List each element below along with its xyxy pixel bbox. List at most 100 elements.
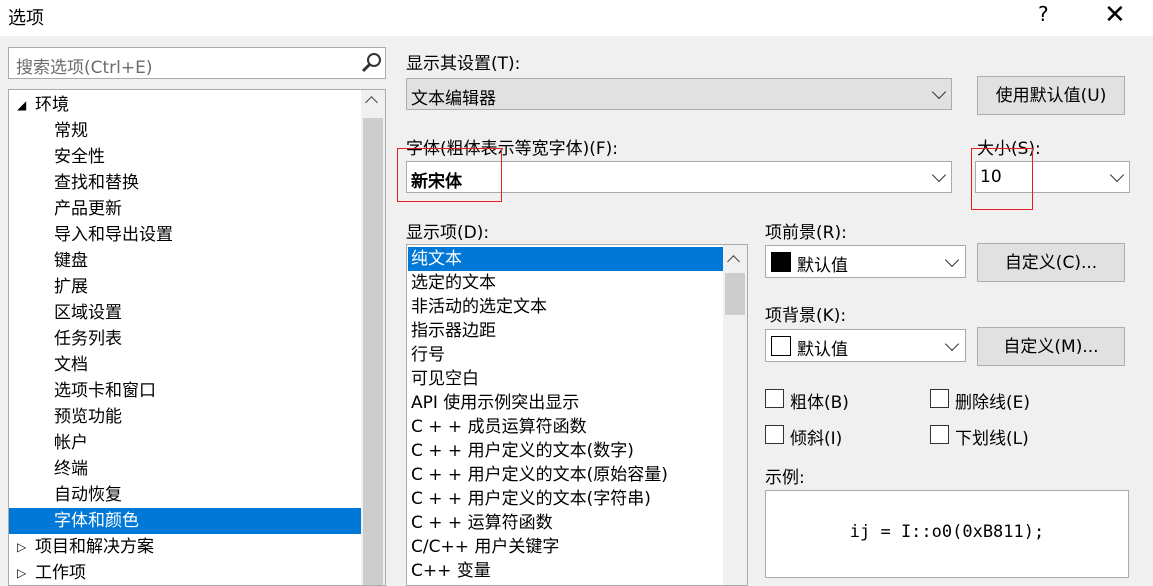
tree-item-label: 扩展	[54, 277, 88, 297]
custom-background-button[interactable]: 自定义(M)...	[977, 327, 1125, 366]
tree-item-label: 字体和颜色	[54, 511, 139, 531]
display-item[interactable]: 可见空白	[408, 367, 724, 391]
display-item[interactable]: C/C++ 用户关键字	[408, 535, 724, 559]
tree-item-label: 文档	[54, 355, 88, 375]
tree-item[interactable]: 帐户	[9, 430, 361, 456]
tree-item[interactable]: 产品更新	[9, 196, 361, 222]
foreground-dropdown[interactable]: 默认值	[765, 245, 966, 278]
tree-item[interactable]: 区域设置	[9, 300, 361, 326]
tree-item[interactable]: 选项卡和窗口	[9, 378, 361, 404]
strikethrough-label: 删除线(E)	[955, 393, 1031, 413]
tree-item-label: 终端	[54, 459, 88, 479]
tree-item-label: 安全性	[54, 147, 105, 167]
tree-item[interactable]: 导入和导出设置	[9, 222, 361, 248]
italic-label: 倾斜(I)	[790, 429, 843, 449]
custom-foreground-button[interactable]: 自定义(C)...	[977, 243, 1125, 282]
tree-item-label: 帐户	[54, 433, 88, 453]
chevron-down-icon	[931, 167, 947, 183]
underline-label: 下划线(L)	[955, 429, 1029, 449]
tree-item-label: 产品更新	[54, 199, 122, 219]
tree-scroll-thumb[interactable]	[363, 118, 383, 585]
chevron-down-icon	[1109, 167, 1125, 183]
show-settings-label: 显示其设置(T):	[406, 54, 521, 74]
bold-checkbox[interactable]	[765, 389, 784, 408]
display-item[interactable]: 选定的文本	[408, 271, 724, 295]
display-item[interactable]: 指示器边距	[408, 319, 724, 343]
display-item[interactable]: C++ 变量	[408, 559, 724, 583]
display-item[interactable]: C + + 用户定义的文本(数字)	[408, 439, 724, 463]
tree-item[interactable]: 预览功能	[9, 404, 361, 430]
tree-item[interactable]: 扩展	[9, 274, 361, 300]
display-item[interactable]: 行号	[408, 343, 724, 367]
tree-item[interactable]: ▷ 工作项	[9, 560, 361, 585]
strikethrough-checkbox[interactable]	[930, 389, 949, 408]
tree-item[interactable]: 键盘	[9, 248, 361, 274]
underline-checkbox[interactable]	[930, 425, 949, 444]
italic-checkbox[interactable]	[765, 425, 784, 444]
tree-item-label: 环境	[35, 95, 69, 115]
chevron-down-icon	[944, 336, 960, 352]
title-bar	[0, 0, 1153, 36]
background-dropdown[interactable]: 默认值	[765, 329, 966, 362]
background-label: 项背景(K):	[765, 306, 847, 326]
show-settings-value: 文本编辑器	[411, 89, 496, 109]
display-items-label: 显示项(D):	[406, 223, 490, 243]
tree-item-label: 查找和替换	[54, 173, 139, 193]
display-item[interactable]: 纯文本	[408, 247, 724, 271]
display-item[interactable]: C + + 成员运算符函数	[408, 415, 724, 439]
tree-item[interactable]: 字体和颜色	[9, 508, 361, 534]
search-placeholder: 搜索选项(Ctrl+E)	[16, 58, 153, 78]
expand-icon[interactable]: ▷	[17, 534, 26, 560]
chevron-down-icon	[944, 252, 960, 268]
background-value: 默认值	[797, 340, 848, 360]
foreground-value: 默认值	[797, 256, 848, 276]
size-highlight-box	[971, 148, 1033, 210]
tree-item[interactable]: ◢ 环境	[9, 92, 361, 118]
chevron-down-icon	[931, 84, 947, 100]
tree-scrollbar[interactable]	[361, 90, 385, 585]
display-item[interactable]: C + + 运算符函数	[408, 511, 724, 535]
display-item[interactable]: C + + 用户定义的文本(原始容量)	[408, 463, 724, 487]
tree-item[interactable]: 查找和替换	[9, 170, 361, 196]
tree-item-label: 常规	[54, 121, 88, 141]
display-item[interactable]: API 使用示例突出显示	[408, 391, 724, 415]
display-items-list[interactable]: 纯文本 选定的文本 非活动的选定文本 指示器边距 行号 可见空白 API 使用示例突出显示 C…	[406, 244, 748, 586]
tree-item[interactable]: 自动恢复	[9, 482, 361, 508]
window-title: 选项	[8, 8, 44, 29]
tree-item[interactable]: 安全性	[9, 144, 361, 170]
help-button[interactable]: ?	[1038, 2, 1049, 26]
search-icon[interactable]	[361, 51, 383, 73]
tree-item[interactable]: ▷ 项目和解决方案	[9, 534, 361, 560]
tree-item[interactable]: 文档	[9, 352, 361, 378]
scroll-up-icon[interactable]	[365, 96, 378, 109]
list-scroll-thumb[interactable]	[725, 273, 745, 315]
expand-icon[interactable]: ▷	[17, 560, 26, 585]
scroll-up-icon[interactable]	[727, 255, 740, 268]
show-settings-dropdown[interactable]: 文本编辑器	[406, 78, 952, 110]
use-defaults-button[interactable]: 使用默认值(U)	[977, 76, 1125, 115]
tree-item-label: 选项卡和窗口	[54, 381, 156, 401]
tree-item-label: 导入和导出设置	[54, 225, 173, 245]
tree-item-label: 任务列表	[54, 329, 122, 349]
tree-item-label: 自动恢复	[54, 485, 122, 505]
list-scrollbar[interactable]	[723, 245, 747, 585]
tree-item-label: 预览功能	[54, 407, 122, 427]
font-highlight-box	[397, 148, 502, 202]
display-item[interactable]: 非活动的选定文本	[408, 295, 724, 319]
bold-label: 粗体(B)	[790, 393, 849, 413]
tree-item-label: 键盘	[54, 251, 88, 271]
tree-item[interactable]: 任务列表	[9, 326, 361, 352]
tree-item-label: 工作项	[35, 563, 86, 583]
tree-item-label: 区域设置	[54, 303, 122, 323]
tree-item-label: 项目和解决方案	[35, 537, 154, 557]
tree-item[interactable]: 终端	[9, 456, 361, 482]
background-swatch	[771, 336, 791, 356]
foreground-label: 项前景(R):	[765, 223, 847, 243]
close-button[interactable]: ✕	[1104, 0, 1126, 30]
collapse-icon[interactable]: ◢	[17, 92, 26, 118]
tree-item[interactable]: 常规	[9, 118, 361, 144]
sample-label: 示例:	[765, 468, 805, 488]
options-tree[interactable]: ◢ 环境常规安全性查找和替换产品更新导入和导出设置 键盘扩展区域设置任务列表文档选项…	[8, 89, 386, 586]
display-item[interactable]: C + + 用户定义的文本(字符串)	[408, 487, 724, 511]
foreground-swatch	[771, 252, 791, 272]
